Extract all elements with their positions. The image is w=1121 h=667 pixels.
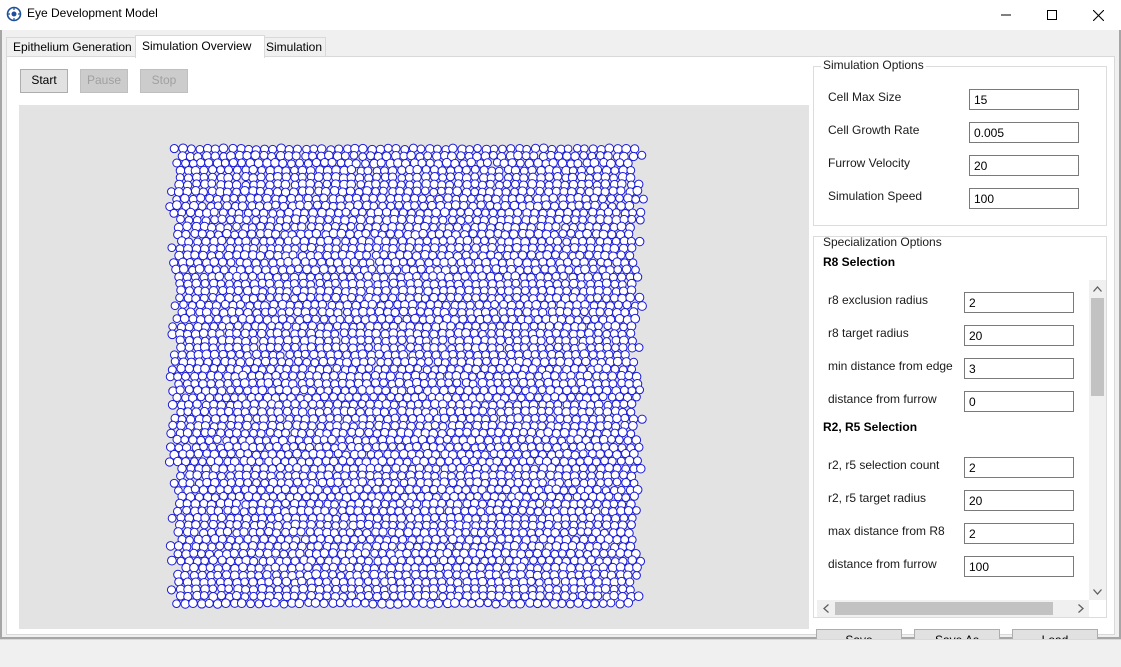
r8-exclusion-radius-input[interactable] <box>964 292 1074 313</box>
scroll-left-arrow-icon[interactable] <box>817 600 834 617</box>
cell-max-size-label: Cell Max Size <box>828 90 902 104</box>
tab-simulation-overview[interactable]: Simulation Overview <box>135 35 265 58</box>
simulation-options-group: Simulation Options Cell Max Size Cell Gr… <box>813 58 1107 226</box>
stop-button[interactable]: Stop <box>140 69 188 93</box>
specialization-vertical-scrollbar[interactable] <box>1089 280 1106 600</box>
main-window: Epithelium Generation Simulation Overvie… <box>0 30 1121 653</box>
max-distance-from-r8-label: max distance from R8 <box>828 524 945 538</box>
tab-epithelium-generation[interactable]: Epithelium Generation <box>6 37 137 57</box>
cell-growth-rate-input[interactable] <box>969 122 1079 143</box>
r8-distance-from-furrow-input[interactable] <box>964 391 1074 412</box>
r2-r5-selection-count-label: r2, r5 selection count <box>828 458 940 472</box>
r2-r5-selection-heading: R2, R5 Selection <box>823 420 918 434</box>
simulation-speed-input[interactable] <box>969 188 1079 209</box>
furrow-velocity-input[interactable] <box>969 155 1079 176</box>
r8-exclusion-radius-label: r8 exclusion radius <box>828 293 929 307</box>
specialization-options-title: Specialization Options <box>821 236 944 249</box>
maximize-icon[interactable] <box>1029 0 1075 30</box>
start-button[interactable]: Start <box>20 69 68 93</box>
r2-r5-target-radius-label: r2, r5 target radius <box>828 491 927 505</box>
status-bar <box>0 639 1121 667</box>
window-title: Eye Development Model <box>27 6 158 20</box>
r8-min-distance-from-edge-input[interactable] <box>964 358 1074 379</box>
r8-distance-from-furrow-label: distance from furrow <box>828 392 937 406</box>
scroll-up-arrow-icon[interactable] <box>1089 280 1106 297</box>
specialization-horizontal-scrollbar[interactable] <box>817 600 1089 617</box>
r8-selection-heading: R8 Selection <box>823 255 896 269</box>
simulation-canvas[interactable] <box>19 105 809 629</box>
simulation-overview-page: Start Pause Stop Simulation Options Cell… <box>6 56 1115 653</box>
r2-r5-selection-count-input[interactable] <box>964 457 1074 478</box>
app-logo-icon <box>6 6 22 22</box>
scroll-down-arrow-icon[interactable] <box>1089 583 1106 600</box>
r8-target-radius-input[interactable] <box>964 325 1074 346</box>
max-distance-from-r8-input[interactable] <box>964 523 1074 544</box>
pause-button[interactable]: Pause <box>80 69 128 93</box>
simulation-options-title: Simulation Options <box>821 58 926 72</box>
title-bar: Eye Development Model <box>0 0 1121 30</box>
specialization-options-group: Specialization Options R8 Selection r8 e… <box>813 236 1107 618</box>
tab-simulation[interactable]: Simulation <box>259 37 326 57</box>
r2-r5-target-radius-input[interactable] <box>964 490 1074 511</box>
furrow-velocity-label: Furrow Velocity <box>828 156 911 170</box>
cell-growth-rate-label: Cell Growth Rate <box>828 123 920 137</box>
scroll-right-arrow-icon[interactable] <box>1072 600 1089 617</box>
r8-min-distance-from-edge-label: min distance from edge <box>828 359 953 373</box>
cell-max-size-input[interactable] <box>969 89 1079 110</box>
r8-target-radius-label: r8 target radius <box>828 326 909 340</box>
vertical-scroll-thumb[interactable] <box>1091 298 1104 396</box>
epithelium-cell-grid <box>164 143 648 609</box>
simulation-speed-label: Simulation Speed <box>828 189 923 203</box>
r2-r5-distance-from-furrow-label: distance from furrow <box>828 557 937 571</box>
minimize-icon[interactable] <box>983 0 1029 30</box>
horizontal-scroll-thumb[interactable] <box>835 602 1053 615</box>
close-icon[interactable] <box>1075 0 1121 30</box>
r2-r5-distance-from-furrow-input[interactable] <box>964 556 1074 577</box>
